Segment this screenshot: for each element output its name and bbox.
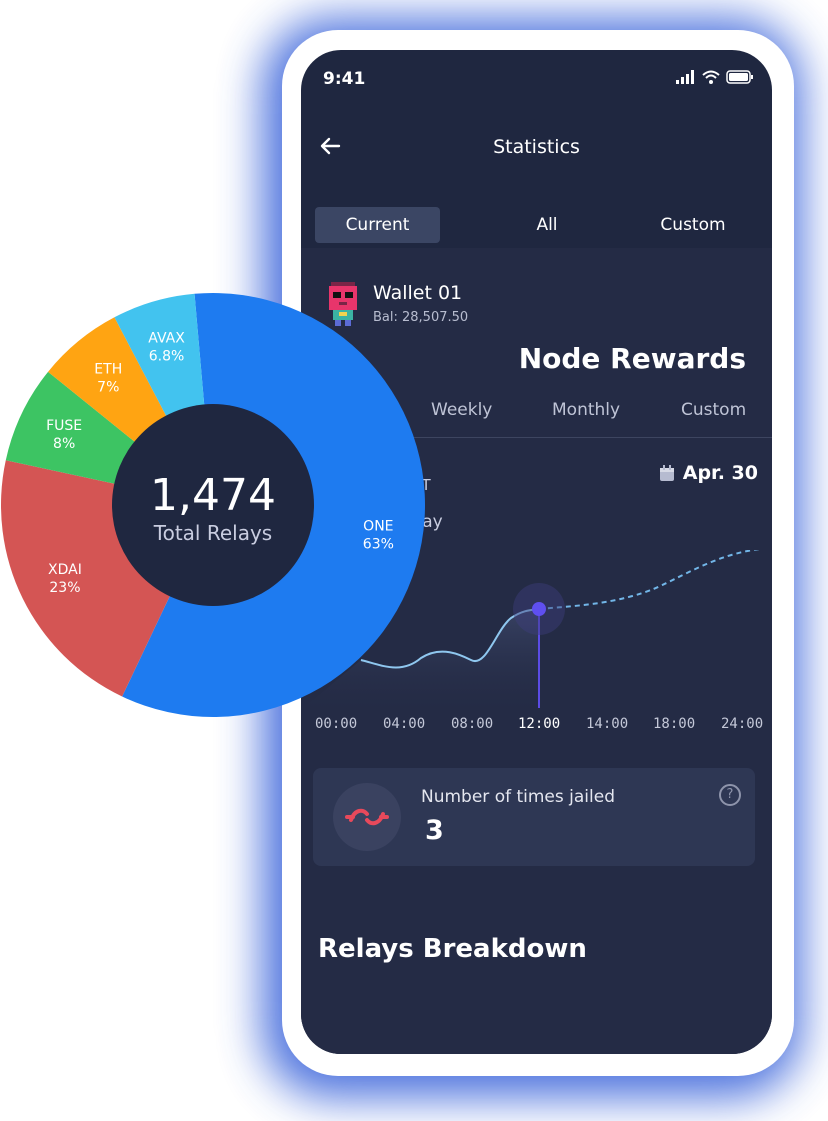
tab-weekly[interactable]: Weekly xyxy=(431,400,492,420)
donut-label-category: ONE xyxy=(363,519,393,535)
x-tick: 24:00 xyxy=(721,716,764,732)
x-tick: 18:00 xyxy=(653,716,696,732)
jailed-card: Number of times jailed 3 ? xyxy=(313,768,755,866)
donut-label-value: 6.8% xyxy=(149,349,185,365)
donut-label-value: 7% xyxy=(97,379,119,395)
node-rewards-title: Node Rewards xyxy=(518,342,746,375)
page-title: Statistics xyxy=(493,136,580,158)
donut-label-value: 63% xyxy=(363,537,394,553)
jailed-label: Number of times jailed xyxy=(421,787,615,807)
relays-breakdown-heading: Relays Breakdown xyxy=(318,934,587,964)
x-tick-selected: 12:00 xyxy=(518,716,561,732)
status-time: 9:41 xyxy=(323,69,366,89)
help-icon[interactable]: ? xyxy=(719,784,741,806)
date-picker[interactable]: Apr. 30 xyxy=(659,462,758,484)
date-label: Apr. 30 xyxy=(682,462,758,484)
wifi-icon xyxy=(702,70,720,84)
jail-icon-circle xyxy=(333,783,401,851)
tab-period-custom[interactable]: Custom xyxy=(681,400,746,420)
status-icons xyxy=(676,70,754,84)
broken-link-icon xyxy=(345,808,389,826)
x-tick: 08:00 xyxy=(451,716,494,732)
calendar-icon xyxy=(659,464,674,481)
donut-center-label: Total Relays xyxy=(153,521,272,545)
chart-point xyxy=(532,602,546,616)
tab-current[interactable]: Current xyxy=(315,207,440,243)
tab-monthly[interactable]: Monthly xyxy=(552,400,620,420)
donut-label-value: 8% xyxy=(53,436,75,452)
tab-bar: Current All Custom xyxy=(315,207,755,243)
donut-label-category: FUSE xyxy=(46,418,82,434)
donut-label-value: 23% xyxy=(49,580,80,596)
tab-all[interactable]: All xyxy=(487,207,607,243)
relays-donut-chart: 1,474 Total Relays ONE 63% XDAI 23% FUSE 8% ET… xyxy=(0,293,426,717)
battery-icon xyxy=(726,70,753,84)
chart-line-dashed xyxy=(538,550,760,610)
donut-center-value: 1,474 xyxy=(150,470,276,521)
donut-label-category: ETH xyxy=(94,361,122,377)
donut-label-category: XDAI xyxy=(48,562,82,578)
donut-label-category: AVAX xyxy=(148,331,185,347)
tab-custom[interactable]: Custom xyxy=(633,207,753,243)
jailed-value: 3 xyxy=(425,815,444,846)
signal-icon xyxy=(676,70,694,84)
x-tick: 14:00 xyxy=(586,716,629,732)
